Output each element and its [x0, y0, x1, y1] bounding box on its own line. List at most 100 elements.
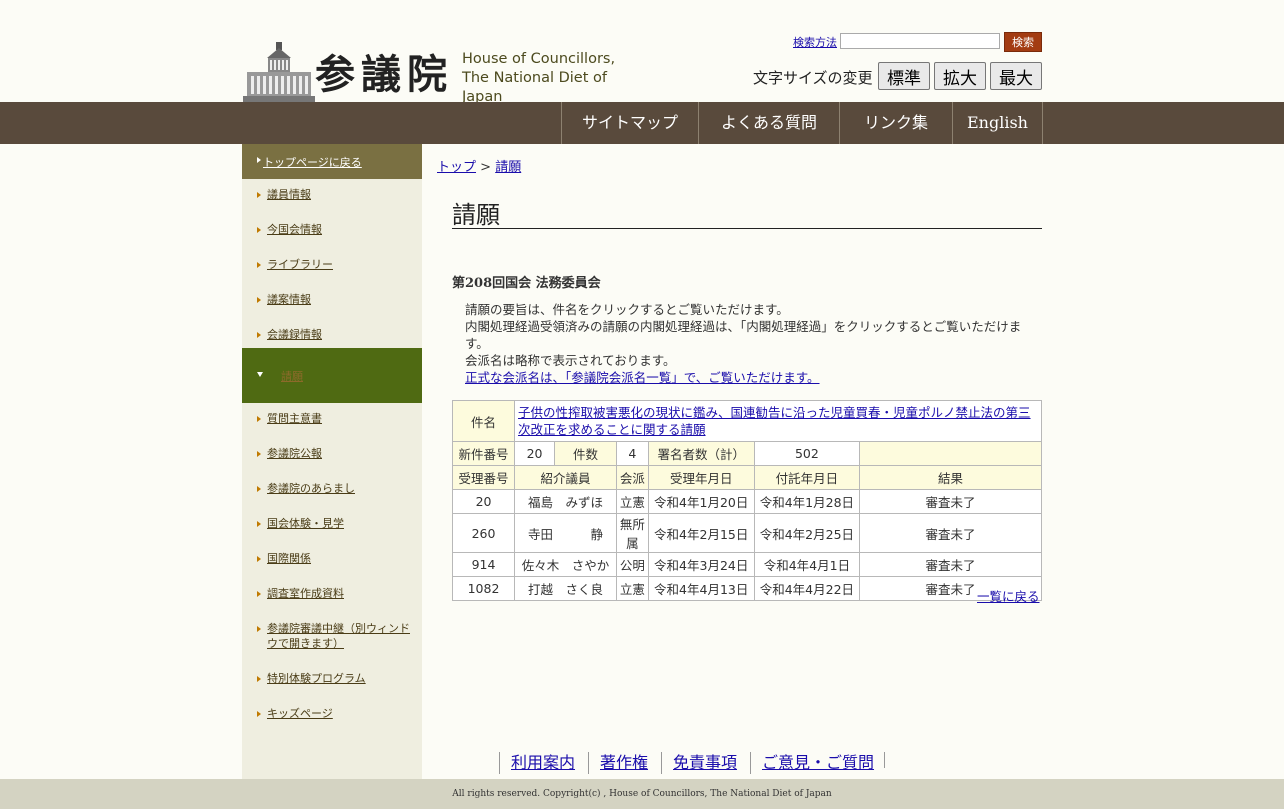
sidebar-item-research[interactable]: 調査室作成資料 — [242, 578, 422, 613]
table-row: 20 福島 みずほ 立憲 令和4年1月20日 令和4年1月28日 審査未了 — [451, 489, 1043, 514]
sidebar-item-label: 国会体験・見学 — [267, 517, 344, 530]
sidebar-item-live-stream[interactable]: 参議院審議中継（別ウィンドウで開きます） — [242, 613, 422, 663]
search-input[interactable] — [840, 33, 1000, 49]
empty-cell — [858, 441, 1043, 466]
back-to-list-link[interactable]: 一覧に戻る — [977, 586, 1040, 605]
diet-building-icon — [243, 42, 315, 102]
sidebar-item-current-session[interactable]: 今国会情報 — [242, 214, 422, 249]
logo-english: House of Councillors, The National Diet … — [462, 50, 643, 107]
font-size-label: 文字サイズの変更 — [753, 69, 873, 87]
referral-date: 令和4年1月28日 — [753, 489, 860, 514]
introducer: 福島 みずほ — [514, 489, 618, 514]
receipt-date: 令和4年2月15日 — [647, 513, 755, 553]
sidebar-item-international[interactable]: 国際関係 — [242, 543, 422, 578]
table-row: 260 寺田 静 無所属 令和4年2月15日 令和4年2月25日 審査未了 — [451, 513, 1043, 553]
table-row: 件名 子供の性搾取被害悪化の現状に鑑み、国連勧告に沿った児童買春・児童ポルノ禁止… — [451, 400, 1042, 442]
font-size-large-button[interactable]: 拡大 — [934, 62, 986, 90]
sidebar-item-label: 参議院審議中継（別ウィンドウで開きます） — [267, 622, 410, 650]
sidebar-item-label: 参議院公報 — [267, 447, 322, 460]
column-header: 付託年月日 — [753, 465, 860, 490]
receipt-number: 1082 — [451, 576, 516, 601]
font-size-standard-button[interactable]: 標準 — [878, 62, 930, 90]
sidebar-item-label: ライブラリー — [267, 258, 333, 271]
arrow-right-icon — [257, 556, 261, 562]
arrow-right-icon — [257, 332, 261, 338]
breadcrumb: トップ > 請願 — [437, 156, 521, 175]
receipt-date: 令和4年3月24日 — [647, 552, 755, 577]
footer-link-disclaimer[interactable]: 免責事項 — [673, 753, 737, 772]
arrow-right-icon — [257, 711, 261, 717]
site-logo[interactable]: 参議院 House of Councillors, The National D… — [243, 40, 643, 105]
nav-links[interactable]: リンク集 — [839, 102, 952, 144]
party: 公明 — [616, 552, 649, 577]
sidebar-item-overview[interactable]: 参議院のあらまし — [242, 473, 422, 508]
sidebar-item-label: 参議院のあらまし — [267, 482, 355, 495]
logo-english-line1: House of Councillors, — [462, 51, 616, 67]
referral-date: 令和4年2月25日 — [753, 513, 860, 553]
footer-link-feedback[interactable]: ご意見・ご質問 — [762, 753, 874, 772]
search-help-link[interactable]: 検索方法 — [793, 34, 837, 50]
table-header-row: 受理番号 紹介議員 会派 受理年月日 付託年月日 結果 — [451, 465, 1043, 490]
sidebar-item-label: 調査室作成資料 — [267, 587, 344, 600]
sidebar-item-label: 質問主意書 — [267, 412, 322, 425]
introducer: 打越 さく良 — [514, 576, 618, 601]
instructions: 請願の要旨は、件名をクリックするとご覧いただけます。 内閣処理経過受領済みの請願… — [465, 301, 1035, 386]
sidebar-item-members[interactable]: 議員情報 — [242, 179, 422, 214]
nav-sitemap[interactable]: サイトマップ — [561, 102, 698, 144]
arrow-right-icon — [257, 157, 261, 163]
party: 立憲 — [616, 576, 649, 601]
breadcrumb-separator: > — [476, 160, 496, 175]
sidebar-item-top[interactable]: トップページに戻る — [242, 144, 422, 179]
sidebar-item-label: 今国会情報 — [267, 223, 322, 236]
column-header: 受理番号 — [451, 465, 516, 490]
sidebar-item-label: トップページに戻る — [263, 156, 362, 169]
new-number-value: 20 — [514, 441, 555, 466]
instruction-line: 請願の要旨は、件名をクリックするとご覧いただけます。 — [465, 302, 789, 317]
instruction-line: 会派名は略称で表示されております。 — [465, 353, 676, 368]
result: 審査未了 — [858, 552, 1043, 577]
arrow-right-icon — [257, 521, 261, 527]
subject-cell: 子供の性搾取被害悪化の現状に鑑み、国連勧告に沿った児童買春・児童ポルノ禁止法の第… — [514, 400, 1042, 442]
site-header: 参議院 House of Councillors, The National D… — [0, 0, 1284, 105]
petition-subject-link[interactable]: 子供の性搾取被害悪化の現状に鑑み、国連勧告に沿った児童買春・児童ポルノ禁止法の第… — [518, 405, 1031, 437]
search-button[interactable]: 検索 — [1004, 32, 1042, 52]
sidebar-item-label: キッズページ — [267, 707, 333, 720]
nav-english[interactable]: English — [952, 102, 1043, 144]
arrow-right-icon — [257, 192, 261, 198]
referral-date: 令和4年4月22日 — [753, 576, 860, 601]
sidebar-item-special-program[interactable]: 特別体験プログラム — [242, 663, 422, 698]
signatures-value: 502 — [753, 441, 860, 466]
footer-link-copyright[interactable]: 著作権 — [600, 753, 648, 772]
arrow-right-icon — [257, 297, 261, 303]
arrow-down-icon — [257, 372, 263, 377]
sidebar-item-library[interactable]: ライブラリー — [242, 249, 422, 284]
signatures-label: 署名者数（計） — [647, 441, 755, 466]
sidebar-item-gazette[interactable]: 参議院公報 — [242, 438, 422, 473]
breadcrumb-home-link[interactable]: トップ — [437, 160, 476, 175]
nav-faq[interactable]: よくある質問 — [698, 102, 839, 144]
footer-link-item: ご意見・ご質問 — [750, 752, 874, 774]
subject-label: 件名 — [451, 400, 516, 442]
sidebar-item-bills[interactable]: 議案情報 — [242, 284, 422, 319]
session-heading: 第208回国会 法務委員会 — [452, 276, 601, 291]
logo-kanji: 参議院 — [315, 51, 453, 98]
result: 審査未了 — [858, 513, 1043, 553]
introducer: 寺田 静 — [514, 513, 618, 553]
receipt-number: 20 — [451, 489, 516, 514]
column-header: 受理年月日 — [647, 465, 755, 490]
instruction-line: 内閣処理経過受領済みの請願の内閣処理経過は、「内閣処理経過」をクリックするとご覧… — [465, 319, 1022, 351]
arrow-right-icon — [257, 262, 261, 268]
breadcrumb-current-link[interactable]: 請願 — [495, 160, 521, 175]
party: 無所属 — [616, 513, 649, 553]
party-names-link[interactable]: 正式な会派名は、「参議院会派名一覧」で、ご覧いただけます。 — [465, 370, 820, 385]
sidebar-item-label: 国際関係 — [267, 552, 311, 565]
sidebar-item-petitions[interactable]: 請願 — [242, 348, 422, 403]
font-size-max-button[interactable]: 最大 — [990, 62, 1042, 90]
footer-link-usage[interactable]: 利用案内 — [511, 753, 575, 772]
column-header: 会派 — [616, 465, 649, 490]
sidebar-item-tours[interactable]: 国会体験・見学 — [242, 508, 422, 543]
referral-date: 令和4年4月1日 — [753, 552, 860, 577]
arrow-right-icon — [257, 626, 261, 632]
sidebar-item-questions[interactable]: 質問主意書 — [242, 403, 422, 438]
sidebar-item-kids[interactable]: キッズページ — [242, 698, 422, 733]
